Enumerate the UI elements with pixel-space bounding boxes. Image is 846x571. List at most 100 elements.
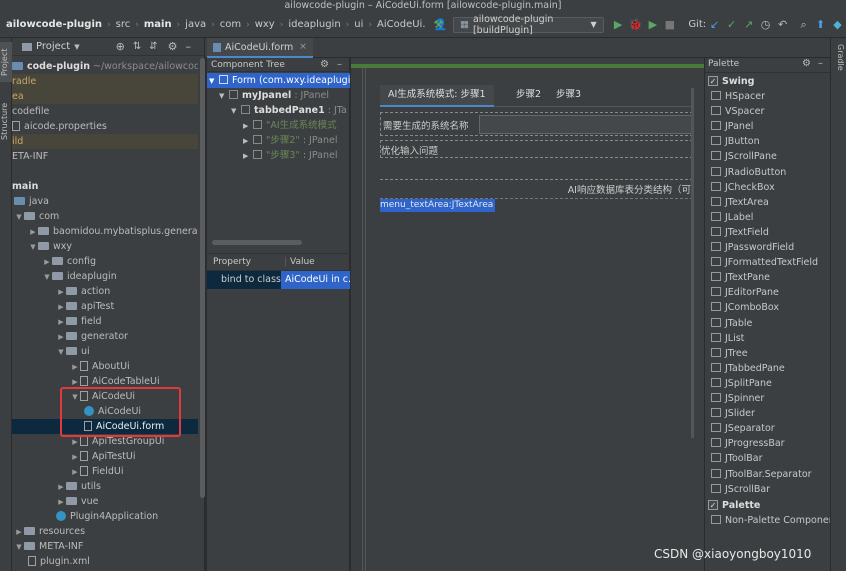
git-commit-icon[interactable]: ✓ [725, 17, 738, 33]
structure-tool-tab[interactable]: Structure [0, 96, 12, 146]
breadcrumb-src[interactable]: src [116, 19, 131, 30]
project-tree-row[interactable]: codefile [12, 104, 198, 119]
chevron-right-icon[interactable]: ▶ [14, 525, 24, 539]
project-tree-row[interactable] [12, 164, 198, 179]
plugin-logo-icon[interactable]: ◆ [831, 17, 844, 33]
project-tree-row[interactable]: ▶ field [12, 314, 198, 329]
chevron-down-icon[interactable]: ▼ [42, 270, 52, 284]
system-name-input[interactable] [479, 115, 694, 134]
palette-item[interactable]: JToolBar.Separator [705, 467, 831, 482]
chevron-right-icon[interactable]: ▶ [243, 119, 253, 133]
breadcrumb-java[interactable]: java [185, 19, 206, 30]
palette-item[interactable]: JCheckBox [705, 180, 831, 195]
minimize-icon[interactable]: – [185, 40, 191, 53]
project-tree-row[interactable]: ▶ ApiTestUi [12, 449, 198, 464]
gear-icon[interactable]: ⚙ [320, 58, 329, 72]
component-tree-hscrollbar[interactable] [212, 240, 302, 245]
chevron-right-icon[interactable]: ▶ [56, 495, 66, 509]
palette-item[interactable]: JTextArea [705, 195, 831, 210]
minimize-icon[interactable]: – [818, 58, 823, 69]
close-icon[interactable]: × [299, 42, 307, 52]
breadcrumb-wxy[interactable]: wxy [255, 19, 275, 30]
project-tree-row[interactable]: ▼ META-INF [12, 539, 198, 554]
tab-step2[interactable]: 步骤2 [508, 85, 549, 107]
palette-item[interactable]: JScrollBar [705, 482, 831, 497]
palette-item[interactable]: JSplitPane [705, 376, 831, 391]
update-icon[interactable]: ⬆ [814, 17, 827, 33]
chevron-down-icon[interactable]: ▼ [28, 240, 38, 254]
palette-item[interactable]: JRadioButton [705, 165, 831, 180]
debug-icon[interactable]: 🐞 [629, 17, 643, 33]
collapse-all-icon[interactable]: ⇅ [133, 41, 141, 52]
stop-icon[interactable]: ■ [663, 17, 676, 33]
run-icon[interactable]: ▶ [612, 17, 625, 33]
project-tree-row[interactable]: ▶ resources [12, 524, 198, 539]
project-tree-row[interactable]: ild [12, 134, 198, 149]
run-configuration-select[interactable]: ▦ ailowcode-plugin [buildPlugin] ▼ [452, 14, 604, 36]
tree-row-form[interactable]: ▼ Form (com.wxy.ideaplugi [207, 73, 350, 88]
check-icon[interactable]: ✓ [708, 76, 718, 86]
palette-item[interactable]: JPanel [705, 119, 831, 134]
tree-row-step1[interactable]: ▶ "AI生成系统模式 [207, 118, 350, 133]
palette-item[interactable]: HSpacer [705, 89, 831, 104]
project-tree-row[interactable]: ▶ generator [12, 329, 198, 344]
palette-group-palette[interactable]: ✓ Palette [705, 498, 831, 513]
project-tree-row[interactable]: ▶ apiTest [12, 299, 198, 314]
chevron-right-icon[interactable]: ▶ [243, 149, 253, 163]
project-tree-row[interactable]: ▶ baomidou.mybatisplus.generato [12, 224, 198, 239]
palette-item[interactable]: JScrollPane [705, 149, 831, 164]
palette-item[interactable]: JSeparator [705, 421, 831, 436]
property-value[interactable]: AiCodeUi in c... [281, 271, 350, 289]
breadcrumb-com[interactable]: com [220, 19, 241, 30]
chevron-down-icon[interactable]: ▼ [74, 43, 79, 51]
rollback-icon[interactable]: ↶ [776, 17, 789, 33]
property-column-header[interactable]: Property [213, 257, 251, 267]
locate-icon[interactable]: ⊕ [116, 40, 125, 53]
project-tool-tab[interactable]: Project [0, 42, 12, 82]
project-tree-row[interactable]: radle [12, 74, 198, 89]
coverage-icon[interactable]: ▶ [646, 17, 659, 33]
gradle-tool-tab[interactable]: Gradle [833, 44, 845, 84]
tree-row-step2[interactable]: ▶ "步骤2" : JPanel [207, 133, 350, 148]
tab-aicodeui-form[interactable]: AiCodeUi.form × [207, 38, 313, 58]
gear-icon[interactable]: ⚙ [802, 58, 811, 69]
palette-item[interactable]: JList [705, 331, 831, 346]
chevron-right-icon[interactable]: ▶ [42, 255, 52, 269]
project-tree-row[interactable]: ea [12, 89, 198, 104]
project-tree-row[interactable]: ▼ com [12, 209, 198, 224]
palette-item[interactable]: JButton [705, 134, 831, 149]
palette-item[interactable]: JTextPane [705, 270, 831, 285]
chevron-right-icon[interactable]: ▶ [56, 285, 66, 299]
breadcrumb-project[interactable]: ailowcode-plugin [6, 19, 102, 30]
minimize-icon[interactable]: – [337, 58, 342, 72]
chevron-down-icon[interactable]: ▼ [219, 89, 229, 103]
palette-item[interactable]: VSpacer [705, 104, 831, 119]
chevron-right-icon[interactable]: ▶ [70, 435, 80, 449]
project-tree-row[interactable]: ▼ ui [12, 344, 198, 359]
palette-item[interactable]: JSlider [705, 406, 831, 421]
textarea-row[interactable]: menu_textArea:JTextArea [380, 198, 693, 438]
chevron-right-icon[interactable]: ▶ [56, 300, 66, 314]
project-tree-row[interactable]: ▶ utils [12, 479, 198, 494]
chevron-down-icon[interactable]: ▼ [231, 104, 241, 118]
project-view-select[interactable]: Project [36, 41, 70, 52]
chevron-right-icon[interactable]: ▶ [70, 450, 80, 464]
project-tree-row[interactable]: ▶ config [12, 254, 198, 269]
palette-item[interactable]: JProgressBar [705, 436, 831, 451]
tree-row-myjpanel[interactable]: ▼ myJpanel : JPanel [207, 88, 350, 103]
chevron-right-icon[interactable]: ▶ [70, 465, 80, 479]
palette-item[interactable]: JTree [705, 346, 831, 361]
project-tree-row[interactable]: main [12, 179, 198, 194]
palette-item[interactable]: JTextField [705, 225, 831, 240]
chevron-down-icon[interactable]: ▼ [56, 345, 66, 359]
project-tree-row[interactable]: ETA-INF [12, 149, 198, 164]
git-push-icon[interactable]: ↗ [742, 17, 755, 33]
expand-all-icon[interactable]: ⇵ [149, 41, 157, 52]
project-tree-row[interactable]: ▶ vue [12, 494, 198, 509]
tab-step1[interactable]: AI生成系统模式: 步骤1 [380, 85, 494, 107]
chevron-right-icon[interactable]: ▶ [56, 480, 66, 494]
project-tree-row[interactable]: ▶ FieldUi [12, 464, 198, 479]
git-update-icon[interactable]: ↙ [708, 17, 721, 33]
project-tree-row[interactable]: aicode.properties [12, 119, 198, 134]
property-row-bind[interactable]: bind to class AiCodeUi in c... [207, 271, 350, 289]
